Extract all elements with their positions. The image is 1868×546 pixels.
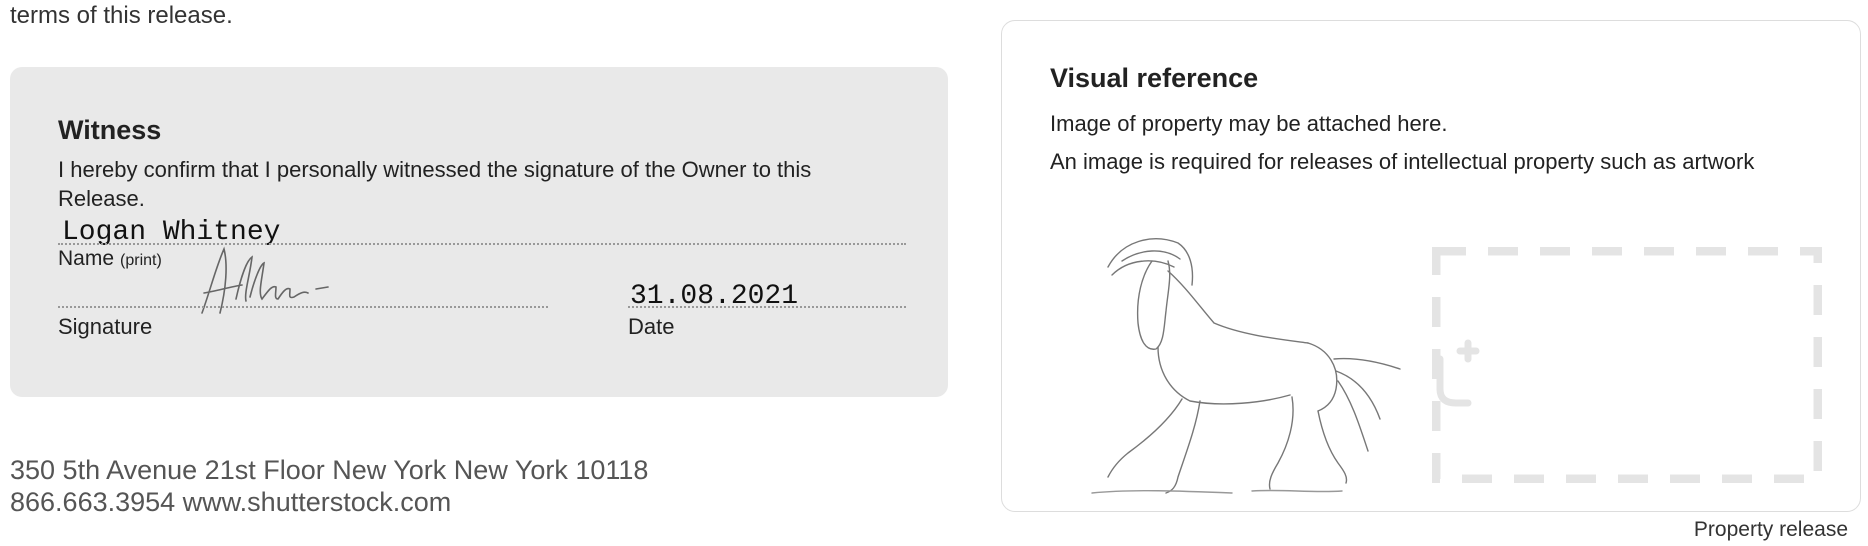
visual-reference-line-1: Image of property may be attached here. [1050,111,1448,136]
name-label-text: Name [58,247,115,270]
address-line-2: 866.663.3954 www.shutterstock.com [10,487,452,517]
horse-sketch-image [1091,238,1401,494]
address-line-1: 350 5th Avenue 21st Floor New York New Y… [10,455,649,485]
company-address: 350 5th Avenue 21st Floor New York New Y… [10,454,648,518]
visual-reference-line-2: An image is required for releases of int… [1050,149,1755,174]
document-type-label: Property release [1693,518,1848,541]
name-label: Name (print) [58,247,162,271]
intro-tail-text: terms of this release. [10,2,233,29]
witness-description: I hereby confirm that I personally witne… [58,157,812,211]
date-underline [628,306,906,308]
witness-section: Witness I hereby confirm that I personal… [10,67,948,397]
date-label: Date [628,314,675,339]
visual-reference-title: Visual reference [1050,63,1259,93]
name-underline [58,243,906,245]
image-dropzone[interactable] [1432,247,1822,483]
release-page: terms of this release. Witness I hereby … [0,0,1868,546]
signature-underline [58,306,548,308]
visual-reference-section: Visual reference Image of property may b… [1001,20,1861,512]
signature-label: Signature [58,314,153,339]
add-image-icon[interactable] [1436,339,1480,407]
name-label-print: (print) [120,252,162,269]
witness-title: Witness [58,115,162,145]
